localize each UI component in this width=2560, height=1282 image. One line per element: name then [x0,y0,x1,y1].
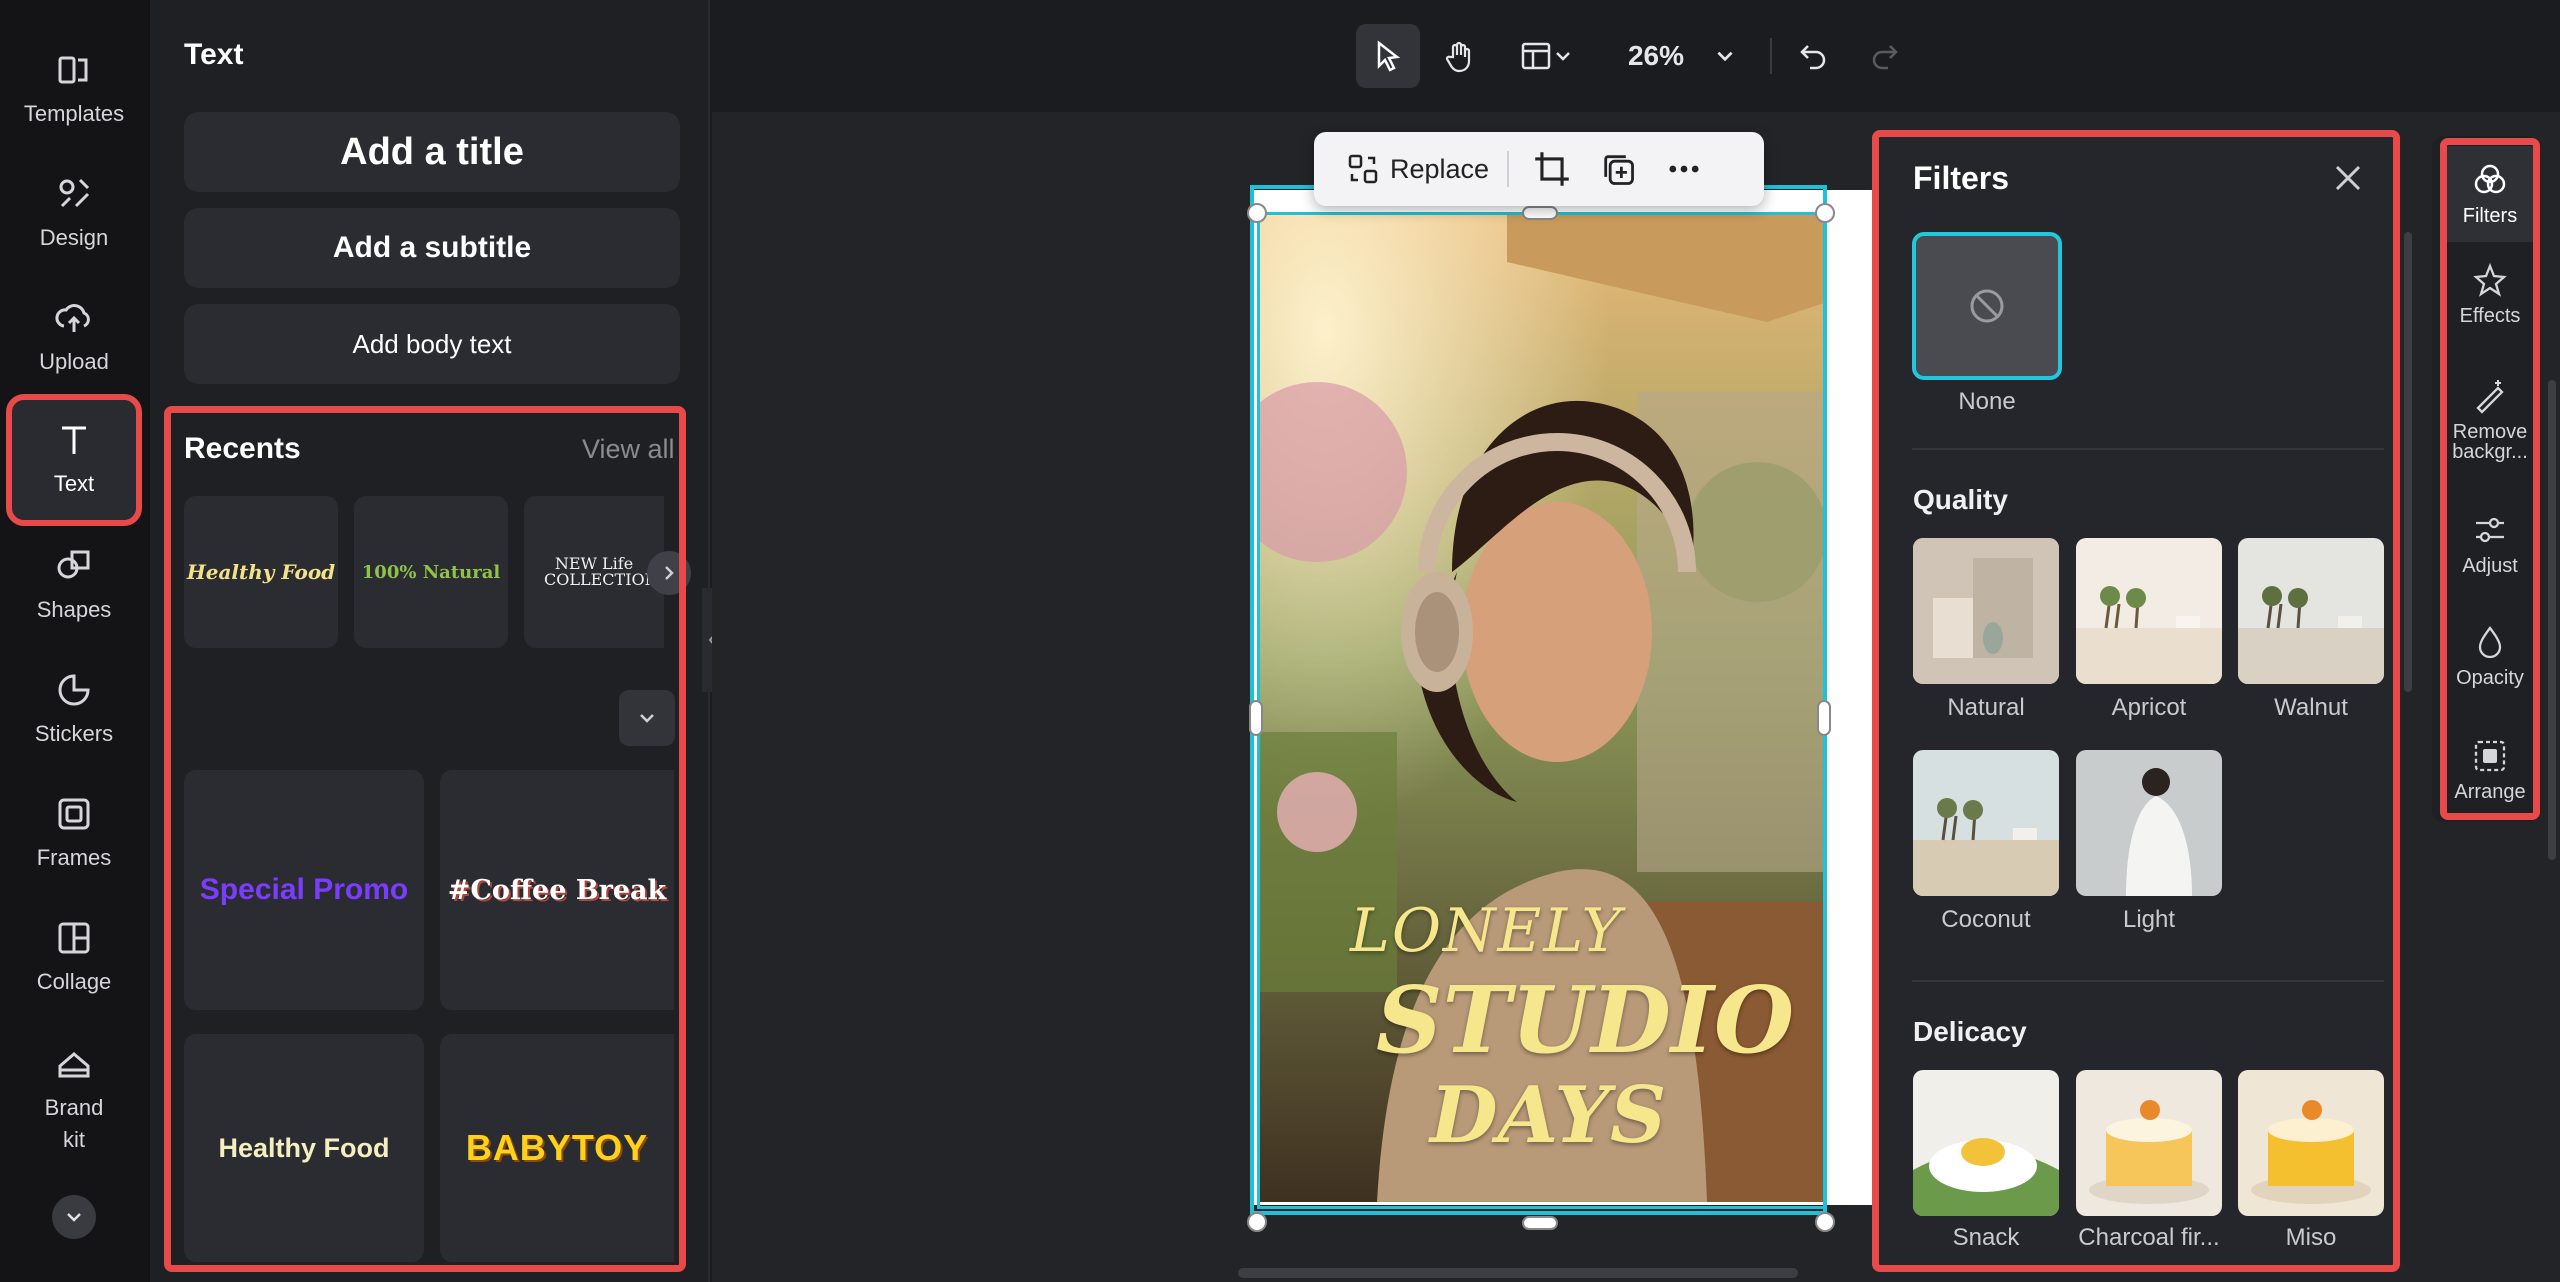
left-nav-rail: Templates Design Upload Text Shapes Stic… [0,0,150,1282]
select-tool-button[interactable] [1356,24,1420,88]
filter-walnut-label: Walnut [2274,694,2348,721]
chevron-down-icon [1717,51,1733,62]
context-divider [1507,151,1510,187]
image-frame [1257,212,1827,1209]
layout-menu-button[interactable] [1506,24,1586,88]
filter-coconut-label: Coconut [1941,906,2031,933]
undo-button[interactable] [1786,24,1842,88]
rail-item-collage[interactable]: Collage [12,898,136,1018]
filter-none-label: None [1958,388,2016,415]
miso-thumbnail [2238,1070,2384,1216]
add-subtitle-button[interactable]: Add a subtitle [184,208,680,288]
more-options-icon[interactable] [1665,150,1703,188]
rail-item-brand-kit[interactable]: Brand kit [12,1030,136,1170]
upload-icon [55,304,90,332]
filter-charcoal-fire[interactable] [2076,1070,2222,1216]
replace-icon [1348,154,1378,184]
filter-miso-label: Miso [2285,1224,2337,1251]
replace-button[interactable]: Replace [1346,152,1489,186]
charcoal-fire-thumbnail [2076,1070,2222,1216]
undo-icon [1800,45,1826,70]
zoom-level[interactable]: 26% [1616,24,1696,88]
resize-handle-top[interactable] [1522,206,1558,220]
snack-thumbnail [1913,1070,2059,1216]
rail-item-stickers[interactable]: Stickers [12,650,136,770]
layout-icon [1521,42,1551,70]
add-body-text-button[interactable]: Add body text [184,304,680,384]
chevron-down-icon [67,1213,81,1222]
filter-snack-label: Snack [1952,1224,2020,1251]
canvas-horizontal-scrollbar[interactable] [1238,1268,1798,1278]
apricot-thumbnail [2076,538,2222,684]
templates-icon [58,56,88,84]
filter-natural[interactable] [1913,538,2059,684]
design-icon [59,178,90,208]
redo-icon [1872,45,1898,70]
text-icon [62,426,86,454]
resize-handle-top-left[interactable] [1247,203,1267,223]
canvas-vertical-scrollbar[interactable] [2548,380,2556,860]
quality-section-title: Quality [1913,484,2008,515]
resize-handle-bottom-right[interactable] [1815,1212,1835,1232]
walnut-thumbnail [2238,538,2384,684]
resize-handle-left[interactable] [1249,700,1263,736]
chevron-down-icon [1556,52,1570,61]
shapes-icon [57,550,90,579]
rail-item-design[interactable]: Design [12,154,136,274]
duplicate-icon[interactable] [1599,150,1637,188]
rail-item-frames[interactable]: Frames [12,774,136,894]
no-filter-icon [1970,289,2004,323]
filter-none[interactable] [1912,232,2062,380]
filter-light-label: Light [2122,906,2176,933]
rail-item-shapes[interactable]: Shapes [12,526,136,646]
hand-tool-button[interactable] [1428,24,1492,88]
panel-title: Text [184,38,244,71]
filter-coconut[interactable] [1913,750,2059,896]
resize-handle-right[interactable] [1817,700,1831,736]
hand-icon [1445,41,1471,73]
image-context-toolbar: Replace [1314,132,1764,206]
redo-button[interactable] [1856,24,1912,88]
frames-icon [58,798,90,830]
coconut-thumbnail [1913,750,2059,896]
filter-apricot-label: Apricot [2111,694,2187,721]
light-thumbnail [2076,750,2222,896]
filters-title: Filters [1913,160,2010,196]
brand-kit-icon [58,1052,90,1078]
properties-highlight [2440,138,2540,820]
add-title-button[interactable]: Add a title [184,112,680,192]
toolbar-divider [1770,38,1772,74]
filter-charcoal-fire-label: Charcoal fir... [2078,1224,2220,1251]
filters-divider [1912,980,2384,982]
filters-scrollbar[interactable] [2404,232,2412,692]
resize-handle-top-right[interactable] [1815,203,1835,223]
filter-apricot[interactable] [2076,538,2222,684]
rail-item-templates[interactable]: Templates [12,30,136,150]
filter-natural-label: Natural [1947,694,2025,721]
filter-walnut[interactable] [2238,538,2384,684]
delicacy-section-title: Delicacy [1913,1016,2027,1047]
stickers-icon [58,674,90,706]
filters-divider [1912,448,2384,450]
pointer-icon [1377,40,1401,72]
close-icon[interactable] [2330,160,2366,196]
crop-icon[interactable] [1533,150,1571,188]
filter-light[interactable] [2076,750,2222,896]
resize-handle-bottom-left[interactable] [1247,1212,1267,1232]
rail-item-text[interactable]: Text [6,394,142,526]
zoom-menu-button[interactable] [1700,24,1750,88]
rail-item-upload[interactable]: Upload [12,278,136,398]
filter-miso[interactable] [2238,1070,2384,1216]
recents-highlight [164,406,686,1272]
filter-snack[interactable] [1913,1070,2059,1216]
resize-handle-bottom[interactable] [1522,1216,1558,1230]
collage-icon [58,922,90,954]
natural-thumbnail [1913,538,2059,684]
rail-more-button[interactable] [52,1195,96,1239]
